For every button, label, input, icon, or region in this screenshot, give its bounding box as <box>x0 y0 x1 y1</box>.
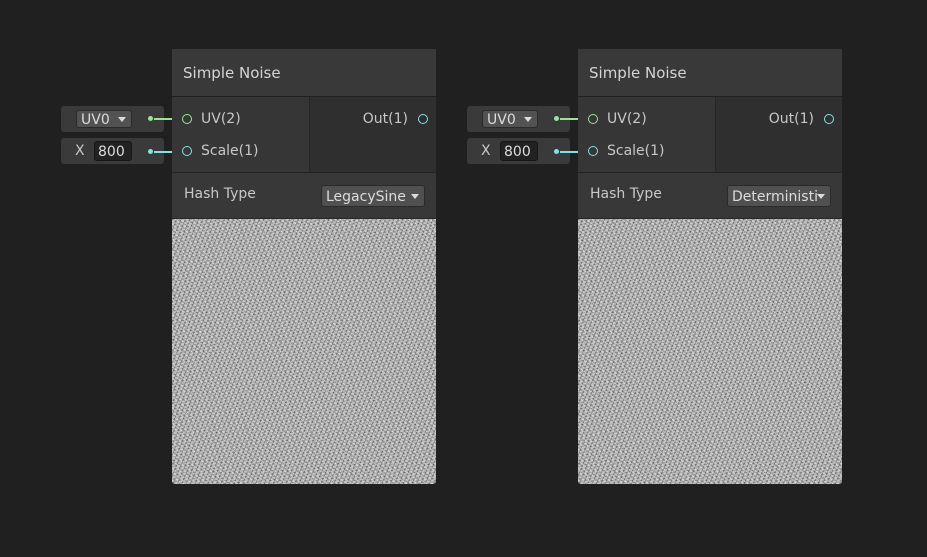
uv-channel-dropdown[interactable]: UV0 <box>482 110 538 128</box>
scale-input-widget: X 800 <box>467 138 570 164</box>
port-label: UV(2) <box>201 111 241 127</box>
shader-graph-canvas[interactable]: UV0 X 800 Simple Noise UV(2) Scale(1) Ou… <box>0 0 927 557</box>
chevron-down-icon <box>118 117 126 122</box>
uv-input-widget: UV0 <box>61 106 164 132</box>
node-title[interactable]: Simple Noise <box>172 49 436 97</box>
scale-input-widget: X 800 <box>61 138 164 164</box>
node-ports: UV(2) Scale(1) Out(1) <box>172 97 436 173</box>
node-title[interactable]: Simple Noise <box>578 49 842 97</box>
hash-type-dropdown[interactable]: LegacySine <box>321 185 425 207</box>
float-port-icon[interactable] <box>824 114 834 124</box>
hash-type-dropdown[interactable]: Deterministi <box>727 185 831 207</box>
hash-type-value: LegacySine <box>326 189 406 205</box>
uv-channel-value: UV0 <box>487 112 516 128</box>
input-port-uv[interactable]: UV(2) <box>182 107 241 131</box>
output-port-out[interactable]: Out(1) <box>363 109 428 129</box>
uv-output-dot-icon <box>554 116 559 121</box>
uv-channel-dropdown[interactable]: UV0 <box>76 110 132 128</box>
output-port-out[interactable]: Out(1) <box>769 109 834 129</box>
vector2-port-icon[interactable] <box>182 114 192 124</box>
float-port-icon[interactable] <box>182 146 192 156</box>
noise-preview <box>172 219 436 484</box>
chevron-down-icon <box>524 117 532 122</box>
input-port-scale[interactable]: Scale(1) <box>182 139 259 163</box>
port-label: Scale(1) <box>607 143 665 159</box>
port-label: Out(1) <box>768 111 814 127</box>
hash-type-label: Hash Type <box>184 186 256 202</box>
port-label: Out(1) <box>362 111 408 127</box>
noise-preview <box>578 219 842 484</box>
input-port-scale[interactable]: Scale(1) <box>588 139 665 163</box>
input-port-uv[interactable]: UV(2) <box>588 107 647 131</box>
uv-output-dot-icon <box>148 116 153 121</box>
hash-type-setting: Hash Type Deterministi <box>578 173 842 219</box>
hash-type-setting: Hash Type LegacySine <box>172 173 436 219</box>
node-ports: UV(2) Scale(1) Out(1) <box>578 97 842 173</box>
scale-axis-label: X <box>75 143 85 159</box>
hash-type-value: Deterministi <box>732 189 818 205</box>
simple-noise-node[interactable]: Simple Noise UV(2) Scale(1) Out(1) Hash … <box>172 49 436 484</box>
scale-axis-label: X <box>481 143 491 159</box>
float-port-icon[interactable] <box>418 114 428 124</box>
scale-number-field[interactable]: 800 <box>500 141 538 161</box>
port-label: Scale(1) <box>201 143 259 159</box>
scale-output-dot-icon <box>554 149 559 154</box>
simple-noise-node[interactable]: Simple Noise UV(2) Scale(1) Out(1) Hash … <box>578 49 842 484</box>
uv-input-widget: UV0 <box>467 106 570 132</box>
uv-channel-value: UV0 <box>81 112 110 128</box>
scale-output-dot-icon <box>148 149 153 154</box>
float-port-icon[interactable] <box>588 146 598 156</box>
chevron-down-icon <box>411 194 419 199</box>
hash-type-label: Hash Type <box>590 186 662 202</box>
scale-number-field[interactable]: 800 <box>94 141 132 161</box>
vector2-port-icon[interactable] <box>588 114 598 124</box>
chevron-down-icon <box>817 194 825 199</box>
port-label: UV(2) <box>607 111 647 127</box>
